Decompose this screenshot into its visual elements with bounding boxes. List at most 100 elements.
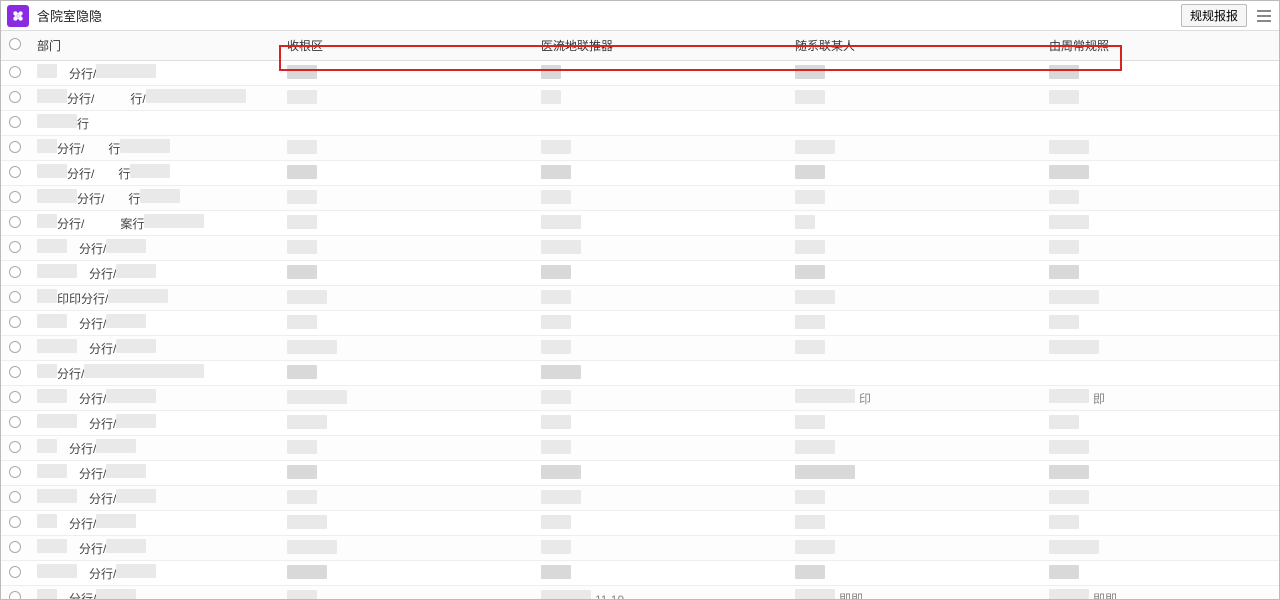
- row-checkbox[interactable]: [9, 191, 21, 203]
- cell-c3: [533, 436, 787, 461]
- cell-c4: [787, 186, 1041, 211]
- row-checkbox[interactable]: [9, 541, 21, 553]
- row-checkbox[interactable]: [9, 441, 21, 453]
- header-c4[interactable]: 随系联某人: [787, 31, 1041, 61]
- cell-dept: 印印分行/: [29, 286, 279, 311]
- table-row[interactable]: 分行/ 行: [1, 186, 1279, 211]
- table-row[interactable]: 分行/: [1, 436, 1279, 461]
- header-c5[interactable]: 由周常规照: [1041, 31, 1279, 61]
- row-checkbox[interactable]: [9, 491, 21, 503]
- row-checkbox-cell: [1, 586, 29, 600]
- table-row[interactable]: 分行/ 行: [1, 136, 1279, 161]
- select-all-checkbox[interactable]: [9, 38, 21, 50]
- table-row[interactable]: 分行/: [1, 311, 1279, 336]
- table-row[interactable]: 行: [1, 111, 1279, 136]
- row-checkbox[interactable]: [9, 516, 21, 528]
- table-row[interactable]: 分行/: [1, 561, 1279, 586]
- row-checkbox[interactable]: [9, 241, 21, 253]
- report-button[interactable]: 规规报报: [1181, 4, 1247, 27]
- cell-c2: [279, 236, 533, 261]
- table-row[interactable]: 分行/: [1, 511, 1279, 536]
- menu-icon[interactable]: [1255, 7, 1273, 25]
- row-checkbox[interactable]: [9, 566, 21, 578]
- row-checkbox-cell: [1, 161, 29, 186]
- cell-c3: [533, 111, 787, 136]
- dept-label: 分行/ 行/: [67, 92, 146, 106]
- table-row[interactable]: 印印分行/: [1, 286, 1279, 311]
- cell-dept: 分行/: [29, 486, 279, 511]
- row-checkbox[interactable]: [9, 366, 21, 378]
- dept-label: 分行/ 案行: [57, 217, 144, 231]
- cell-c3: [533, 511, 787, 536]
- row-checkbox-cell: [1, 211, 29, 236]
- row-checkbox-cell: [1, 86, 29, 111]
- row-checkbox[interactable]: [9, 466, 21, 478]
- cell-c4: 即即: [787, 586, 1041, 600]
- row-checkbox[interactable]: [9, 141, 21, 153]
- row-checkbox[interactable]: [9, 66, 21, 78]
- cell-c4: [787, 486, 1041, 511]
- cell-c5: [1041, 61, 1279, 86]
- cell-c4: [787, 236, 1041, 261]
- dept-label: 分行/: [57, 592, 96, 599]
- row-checkbox-cell: [1, 536, 29, 561]
- table-row[interactable]: 分行/ 行: [1, 161, 1279, 186]
- table-row[interactable]: 分行/: [1, 236, 1279, 261]
- cell-c4: [787, 561, 1041, 586]
- dept-label: 分行/: [77, 567, 116, 581]
- row-checkbox[interactable]: [9, 391, 21, 403]
- cell-c2: [279, 286, 533, 311]
- cell-c3: [533, 386, 787, 411]
- cell-c4: [787, 161, 1041, 186]
- row-checkbox[interactable]: [9, 216, 21, 228]
- row-checkbox[interactable]: [9, 166, 21, 178]
- header-row: 部门 收根区 医流地联推器 随系联某人 由周常规照: [1, 31, 1279, 61]
- table-row[interactable]: 分行/: [1, 536, 1279, 561]
- cell-c5: [1041, 536, 1279, 561]
- cell-c4: [787, 311, 1041, 336]
- table-row[interactable]: 分行/印即: [1, 386, 1279, 411]
- table-row[interactable]: 分行/: [1, 486, 1279, 511]
- table-row[interactable]: 分行/11 19即即即即: [1, 586, 1279, 600]
- row-checkbox[interactable]: [9, 416, 21, 428]
- row-checkbox-cell: [1, 411, 29, 436]
- table-row[interactable]: 分行/ 案行: [1, 211, 1279, 236]
- cell-c2: [279, 336, 533, 361]
- header-c2[interactable]: 收根区: [279, 31, 533, 61]
- table-row[interactable]: 分行/: [1, 461, 1279, 486]
- row-checkbox[interactable]: [9, 341, 21, 353]
- row-checkbox[interactable]: [9, 116, 21, 128]
- row-checkbox[interactable]: [9, 316, 21, 328]
- cell-c3: [533, 361, 787, 386]
- cell-c4: [787, 436, 1041, 461]
- row-checkbox-cell: [1, 361, 29, 386]
- row-checkbox-cell: [1, 261, 29, 286]
- header-dept[interactable]: 部门: [29, 31, 279, 61]
- row-checkbox[interactable]: [9, 291, 21, 303]
- table-row[interactable]: 分行/: [1, 261, 1279, 286]
- cell-c2: [279, 486, 533, 511]
- cell-c3: [533, 211, 787, 236]
- cell-c5: [1041, 136, 1279, 161]
- cell-c3: [533, 561, 787, 586]
- cell-c4: [787, 336, 1041, 361]
- table-row[interactable]: 分行/: [1, 361, 1279, 386]
- row-checkbox[interactable]: [9, 591, 21, 600]
- cell-c3: [533, 486, 787, 511]
- dept-label: 分行/ 行: [67, 167, 130, 181]
- row-checkbox[interactable]: [9, 266, 21, 278]
- cell-dept: 分行/: [29, 386, 279, 411]
- table-row[interactable]: 分行/: [1, 336, 1279, 361]
- cell-c4: [787, 461, 1041, 486]
- table-row[interactable]: 分行/: [1, 61, 1279, 86]
- row-checkbox-cell: [1, 436, 29, 461]
- header-c3[interactable]: 医流地联推器: [533, 31, 787, 61]
- cell-c2: [279, 186, 533, 211]
- row-checkbox[interactable]: [9, 91, 21, 103]
- cell-c5: [1041, 161, 1279, 186]
- table-row[interactable]: 分行/: [1, 411, 1279, 436]
- row-checkbox-cell: [1, 61, 29, 86]
- table-row[interactable]: 分行/ 行/: [1, 86, 1279, 111]
- row-checkbox-cell: [1, 561, 29, 586]
- cell-dept: 分行/: [29, 311, 279, 336]
